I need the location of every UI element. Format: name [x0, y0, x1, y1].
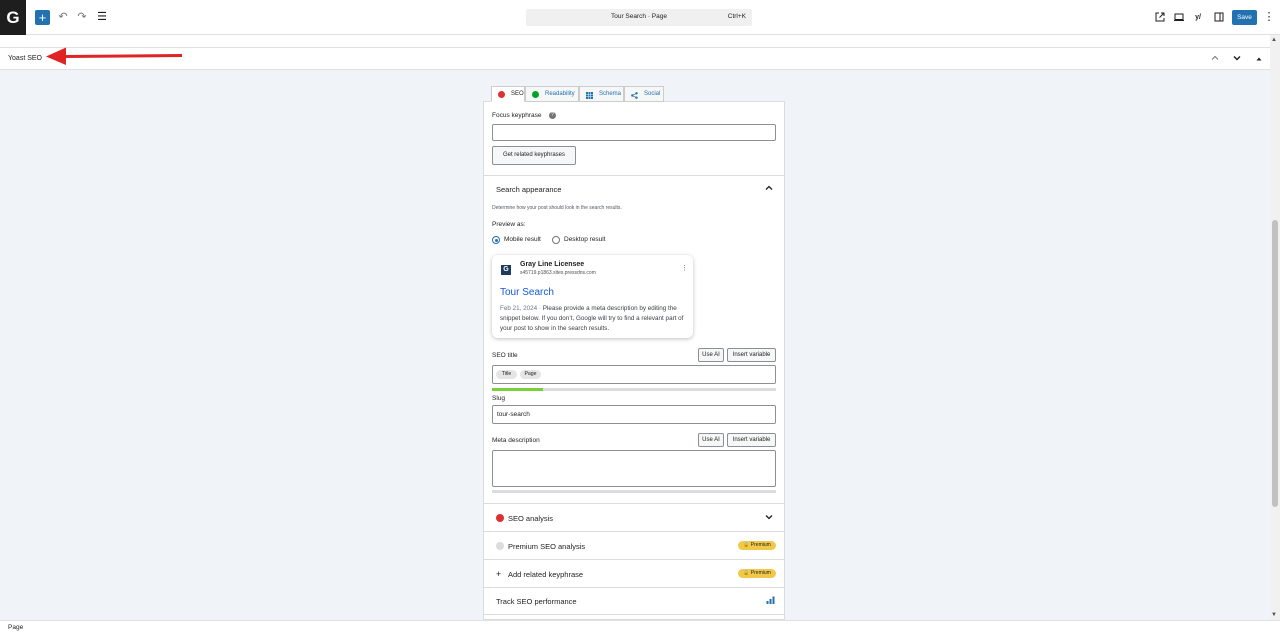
focus-keyphrase-label: Focus keyphrase — [492, 112, 542, 119]
premium-badge: 🔒 Premium — [738, 569, 776, 578]
meta-description-progress-bar — [492, 490, 776, 493]
serp-title: Tour Search — [500, 287, 554, 298]
seo-title-use-ai-button[interactable]: Use AI — [698, 348, 724, 362]
view-post-icon[interactable] — [1153, 10, 1167, 25]
annotation-arrow-icon — [46, 47, 183, 65]
more-options-icon: ⋮ — [681, 265, 688, 272]
meta-description-use-ai-button[interactable]: Use AI — [698, 433, 724, 447]
add-block-button[interactable]: + — [35, 10, 50, 25]
plus-icon: + — [496, 569, 502, 579]
divider — [483, 587, 785, 588]
serp-date: Feb 21, 2024 — [500, 305, 538, 312]
serp-site-name: Gray Line Licensee — [520, 261, 585, 268]
serp-description: Feb 21, 2024 · Please provide a meta des… — [500, 304, 685, 334]
chevron-down-icon[interactable] — [765, 513, 773, 523]
yoast-metabox-header[interactable]: Yoast SEO — [0, 47, 1270, 70]
tab-seo-label: SEO — [511, 91, 524, 97]
mobile-result-radio[interactable] — [492, 236, 500, 244]
help-icon[interactable]: ? — [549, 112, 556, 119]
premium-badge: 🔒 Premium — [738, 541, 776, 550]
chevron-up-icon[interactable] — [765, 184, 773, 194]
search-appearance-title[interactable]: Search appearance — [496, 185, 561, 194]
add-related-keyphrase-toggle[interactable]: Add related keyphrase — [508, 570, 583, 579]
site-logo[interactable]: G — [0, 0, 26, 35]
seo-analysis-status-icon — [496, 514, 504, 522]
premium-badge-label: Premium — [750, 542, 771, 548]
yoast-icon[interactable]: y/ — [1191, 10, 1205, 25]
preview-as-label: Preview as: — [492, 221, 526, 228]
meta-description-input[interactable] — [492, 450, 776, 487]
get-related-keyphrases-button[interactable]: Get related keyphrases — [492, 146, 576, 165]
seo-analysis-toggle[interactable]: SEO analysis — [508, 514, 553, 523]
command-shortcut: Ctrl+K — [727, 13, 746, 20]
premium-seo-analysis-toggle[interactable]: Premium SEO analysis — [508, 542, 585, 551]
tab-readability[interactable]: Readability — [525, 86, 579, 102]
yoast-metabox-title: Yoast SEO — [8, 55, 42, 62]
seo-title-insert-variable-button[interactable]: Insert variable — [727, 348, 776, 362]
seo-title-label: SEO title — [492, 352, 518, 359]
document-overview-icon[interactable]: ☰ — [95, 10, 109, 25]
divider — [483, 503, 785, 504]
bar-chart-icon — [766, 596, 775, 606]
editor-footer-breadcrumb: Page — [0, 620, 1280, 633]
premium-badge-label: Premium — [750, 570, 771, 576]
scroll-down-icon[interactable]: ▼ — [1271, 612, 1277, 618]
desktop-result-radio[interactable] — [552, 236, 560, 244]
tab-readability-label: Readability — [545, 91, 575, 97]
toggle-panel-icon[interactable] — [1256, 54, 1262, 64]
editor-toolbar: G + ↶ ↷ ☰ Tour Search · Page Ctrl+K y/ S… — [0, 0, 1280, 35]
serp-url: s45719.p1863.sites.pressdns.com — [520, 270, 596, 276]
tab-schema-label: Schema — [599, 91, 622, 97]
tab-social-label: Social — [644, 91, 661, 97]
tab-schema[interactable]: Schema — [579, 86, 624, 102]
site-favicon: G — [501, 265, 511, 275]
red-face-icon — [498, 91, 505, 98]
seo-title-progress-fill — [492, 388, 544, 391]
tab-social[interactable]: Social — [624, 86, 664, 102]
command-palette-button[interactable]: Tour Search · Page Ctrl+K — [526, 9, 752, 26]
divider — [483, 559, 785, 560]
slug-label: Slug — [492, 395, 506, 402]
green-face-icon — [532, 91, 539, 98]
share-icon — [631, 91, 638, 99]
google-preview-card: G Gray Line Licensee s45719.p1863.sites.… — [492, 255, 693, 338]
meta-description-insert-variable-button[interactable]: Insert variable — [727, 433, 776, 447]
save-button[interactable]: Save — [1232, 10, 1257, 25]
seo-title-progress-bar — [492, 388, 776, 391]
divider — [483, 175, 785, 176]
divider — [483, 614, 785, 615]
scroll-up-icon[interactable]: ▲ — [1271, 37, 1277, 43]
grid-icon — [586, 91, 593, 99]
tab-seo[interactable]: SEO — [491, 86, 525, 102]
undo-icon[interactable]: ↶ — [56, 10, 70, 25]
meta-description-label: Meta description — [492, 437, 540, 444]
mobile-result-label[interactable]: Mobile result — [504, 236, 541, 243]
page-variable-pill[interactable]: Page — [520, 370, 541, 379]
move-up-icon[interactable] — [1211, 54, 1219, 64]
divider — [483, 531, 785, 532]
track-seo-performance-toggle[interactable]: Track SEO performance — [496, 597, 577, 606]
scrollbar-thumb[interactable] — [1272, 220, 1278, 507]
move-down-icon[interactable] — [1233, 54, 1241, 64]
desktop-result-label[interactable]: Desktop result — [564, 236, 606, 243]
options-menu-icon[interactable]: ⋮ — [1262, 10, 1276, 25]
redo-icon[interactable]: ↷ — [75, 10, 89, 25]
command-title: Tour Search · Page — [610, 13, 667, 20]
preview-icon[interactable] — [1172, 10, 1186, 25]
title-variable-pill[interactable]: Title — [496, 370, 517, 379]
serp-separator: · — [538, 305, 541, 312]
breadcrumb-page[interactable]: Page — [8, 624, 23, 631]
slug-input[interactable]: tour-search — [492, 405, 776, 424]
search-appearance-description: Determine how your post should look in t… — [492, 205, 622, 211]
settings-sidebar-icon[interactable] — [1212, 10, 1226, 25]
premium-seo-status-icon — [496, 542, 504, 550]
focus-keyphrase-input[interactable] — [492, 124, 776, 141]
